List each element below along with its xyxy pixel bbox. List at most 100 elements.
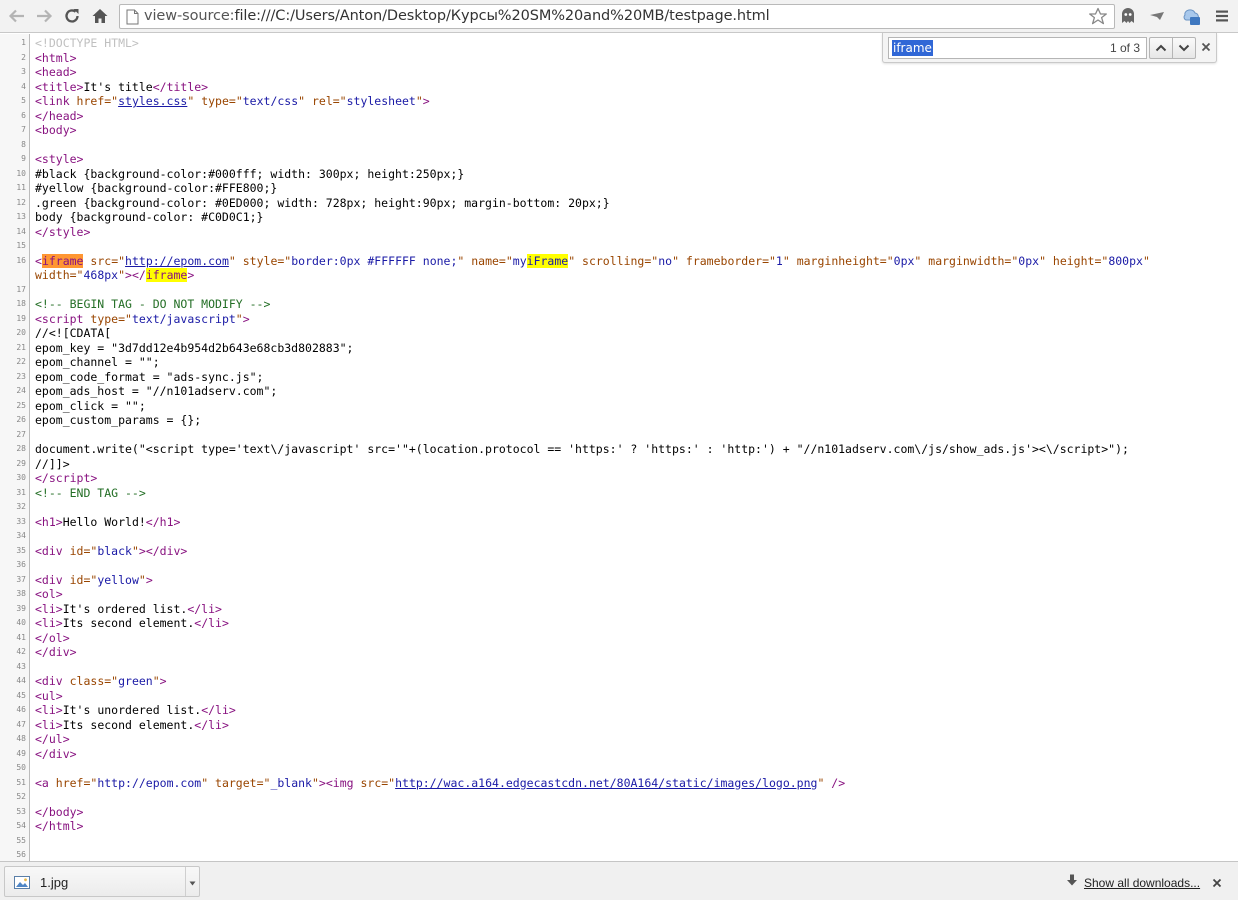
source-line: 40 <li>Its second element.</li>	[0, 616, 1238, 631]
line-number: 1	[21, 38, 26, 47]
download-menu-button[interactable]	[185, 867, 199, 896]
line-code: </div>	[35, 645, 77, 659]
find-bar: iframe 1 of 3	[882, 33, 1217, 63]
hamburger-menu-icon	[1215, 9, 1229, 23]
browser-toolbar: view-source:file:///C:/Users/Anton/Deskt…	[0, 0, 1238, 33]
source-line: 14 </style>	[0, 225, 1238, 240]
source-line: 45 <ul>	[0, 689, 1238, 704]
source-line: 3 <head>	[0, 65, 1238, 80]
source-line: 43	[0, 660, 1238, 675]
line-code: <link href="styles.css" type="text/css" …	[35, 94, 430, 108]
ghost-extension-button[interactable]	[1117, 4, 1139, 28]
close-icon	[1201, 39, 1211, 57]
source-line: 35 <div id="black"></div>	[0, 544, 1238, 559]
line-code: </style>	[35, 224, 91, 239]
line-number: 46	[16, 705, 26, 714]
source-line: 34	[0, 529, 1238, 544]
line-code: <!-- END TAG -->	[35, 485, 146, 500]
source-line: 25 epom_click = "";	[0, 399, 1238, 414]
line-number: 23	[16, 371, 26, 381]
source-line: 17	[0, 283, 1238, 298]
back-button[interactable]	[6, 4, 28, 28]
find-input[interactable]: iframe	[892, 40, 933, 56]
show-all-downloads-label: Show all downloads...	[1084, 876, 1201, 890]
source-line: 51 <a href="http://epom.com" target="_bla…	[0, 776, 1238, 791]
weather-extension-button[interactable]	[1180, 4, 1202, 28]
line-number: 43	[16, 661, 26, 671]
source-line: 37 <div id="yellow">	[0, 573, 1238, 588]
source-line: 32	[0, 500, 1238, 515]
source-line: 54 </html>	[0, 819, 1238, 834]
address-bar[interactable]: view-source:file:///C:/Users/Anton/Deskt…	[119, 4, 1115, 29]
line-code: body {background-color: #C0D0C1;}	[35, 210, 264, 224]
line-code: .green {background-color: #0ED000; width…	[35, 195, 610, 210]
find-next-button[interactable]	[1172, 37, 1196, 59]
source-line: 53 </body>	[0, 805, 1238, 820]
line-number: 33	[16, 516, 26, 526]
download-file-name: 1.jpg	[40, 875, 69, 890]
source-line: 38 <ol>	[0, 587, 1238, 602]
extension-button[interactable]	[1146, 4, 1168, 28]
line-code: epom_code_format = "ads-sync.js";	[35, 369, 264, 384]
extension-arrow-icon	[1149, 9, 1165, 23]
line-number: 55	[16, 835, 26, 845]
line-number: 31	[16, 487, 26, 497]
source-line: 21 epom_key = "3d7dd12e4b954d2b643e68cb3d…	[0, 341, 1238, 356]
line-code: </head>	[35, 108, 84, 123]
line-code: #yellow {background-color:#FFE800;}	[35, 181, 278, 195]
find-previous-button[interactable]	[1149, 37, 1173, 59]
line-number: 21	[16, 342, 26, 352]
source-line: 47 <li>Its second element.</li>	[0, 718, 1238, 733]
line-number: 26	[16, 415, 26, 424]
line-code: epom_key = "3d7dd12e4b954d2b643e68cb3d80…	[35, 340, 354, 355]
line-number: 11	[16, 183, 26, 192]
source-line: 36	[0, 558, 1238, 573]
line-code: <ul>	[35, 688, 63, 703]
source-line: 12 .green {background-color: #0ED000; wid…	[0, 196, 1238, 211]
source-line: 7 <body>	[0, 123, 1238, 138]
line-code: </ol>	[35, 630, 70, 645]
source-line: 5 <link href="styles.css" type="text/css"…	[0, 94, 1238, 109]
source-line: 20 //<![CDATA[	[0, 326, 1238, 341]
line-number: 39	[16, 603, 26, 613]
cloud-icon	[1180, 6, 1202, 26]
source-line: 30 </script>	[0, 471, 1238, 486]
source-line: 28 document.write("<script type='text\/ja…	[0, 442, 1238, 457]
close-icon[interactable]	[1212, 875, 1222, 893]
line-code: <!-- BEGIN TAG - DO NOT MODIFY -->	[35, 297, 271, 311]
download-item[interactable]: 1.jpg	[4, 866, 200, 897]
source-line: 10 #black {background-color:#000fff; widt…	[0, 167, 1238, 182]
star-icon[interactable]	[1088, 7, 1108, 31]
home-button[interactable]	[89, 4, 111, 28]
line-code: </body>	[35, 804, 84, 819]
line-code: epom_channel = "";	[35, 355, 160, 369]
download-shelf: 1.jpg Show all downloads...	[0, 861, 1238, 900]
reload-button[interactable]	[61, 4, 83, 28]
line-number: 28	[16, 444, 26, 453]
menu-button[interactable]	[1211, 4, 1233, 28]
find-input-box[interactable]: iframe 1 of 3	[888, 37, 1147, 59]
source-line: 6 </head>	[0, 109, 1238, 124]
source-line: 31 <!-- END TAG -->	[0, 486, 1238, 501]
line-number: 27	[16, 429, 26, 439]
line-code: <script type="text/javascript">	[35, 311, 250, 326]
source-line: 22 epom_channel = "";	[0, 355, 1238, 370]
line-code: <div id="yellow">	[35, 572, 153, 587]
source-line: 55	[0, 834, 1238, 849]
find-close-button[interactable]	[1199, 41, 1213, 55]
source-line: 16 <iframe src="http://epom.com" style="b…	[0, 253, 1238, 283]
line-code: <iframe src="http://epom.com" style="bor…	[35, 253, 1150, 282]
ghost-extension-icon	[1120, 7, 1136, 25]
line-number: 10	[16, 168, 26, 178]
source-line: 56	[0, 848, 1238, 861]
line-number: 44	[16, 676, 26, 685]
source-line: 29 //]]>	[0, 457, 1238, 472]
line-code: <style>	[35, 152, 84, 166]
line-code: <div id="black"></div>	[35, 543, 188, 558]
line-number: 36	[16, 560, 26, 569]
source-lines: 1 <!DOCTYPE HTML> 2 <html> 3 <head> 4 <title>It…	[0, 36, 1238, 861]
show-all-downloads-link[interactable]: Show all downloads...	[1066, 874, 1200, 892]
forward-button[interactable]	[33, 4, 55, 28]
source-line: 4 <title>It's title</title>	[0, 80, 1238, 95]
line-code: <h1>Hello World!</h1>	[35, 514, 181, 529]
